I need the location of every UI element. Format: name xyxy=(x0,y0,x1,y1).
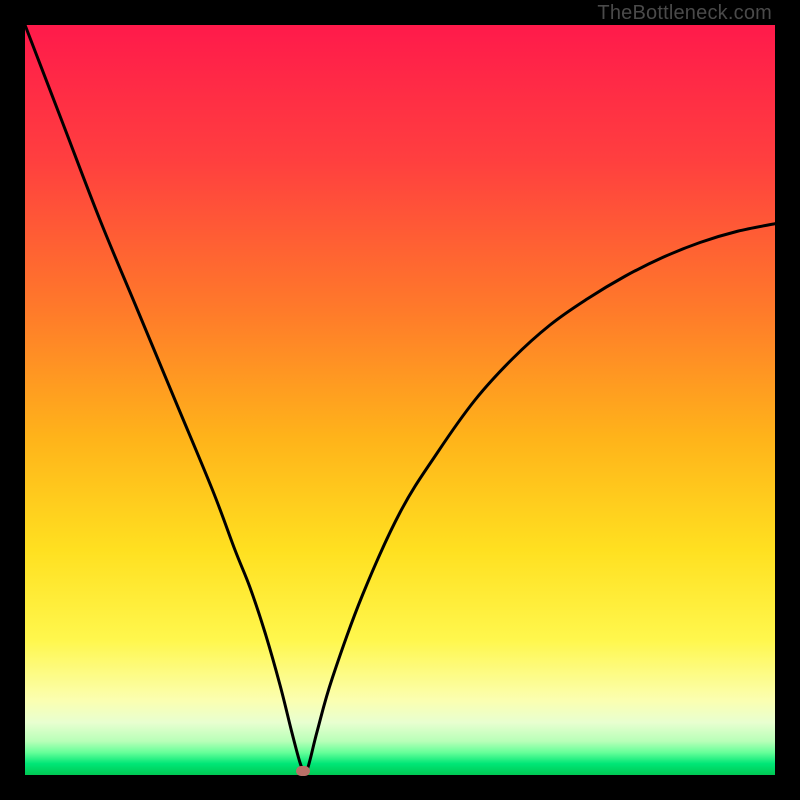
plot-area xyxy=(25,25,775,775)
optimal-point-marker xyxy=(296,766,310,776)
bottleneck-curve xyxy=(25,25,775,775)
watermark-text: TheBottleneck.com xyxy=(597,2,772,25)
